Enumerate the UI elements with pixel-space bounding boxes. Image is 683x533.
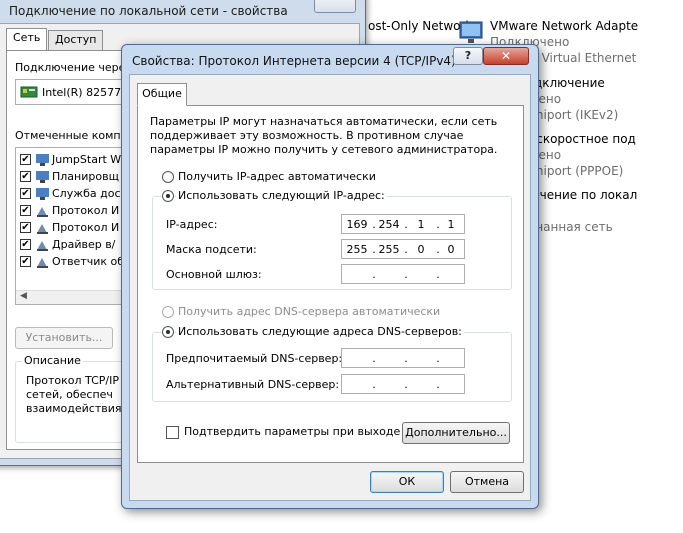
ip-dot: . [372, 378, 376, 391]
ip-dot: . [372, 243, 376, 256]
service-icon [36, 188, 49, 200]
dns-auto-label: Получить адрес DNS-сервера автоматически [178, 305, 441, 318]
ip-address-label: IP-адрес: [166, 218, 218, 231]
confirm-on-exit-checkbox[interactable] [166, 426, 179, 439]
close-button[interactable]: ✕ [483, 47, 529, 65]
ip-dot: . [436, 378, 440, 391]
tab-general[interactable]: Общие [137, 83, 187, 106]
description-label: Описание [22, 354, 83, 367]
gateway-input[interactable]: . . . [341, 264, 465, 284]
network-item-name: VMware Network Adapte [490, 19, 639, 33]
ip-auto-radio[interactable] [162, 171, 174, 183]
preferred-dns-label: Предпочитаемый DNS-сервер: [166, 352, 343, 365]
components-label: Отмеченные компо [15, 129, 128, 142]
component-label: Протокол И [52, 221, 120, 234]
dns-manual-radio[interactable] [162, 326, 174, 338]
adapter-name: Intel(R) 82577L [42, 86, 128, 99]
ip-dot: . [404, 352, 408, 365]
ip-dot: . [436, 352, 440, 365]
connect-via-label: Подключение через [15, 61, 132, 74]
general-tab-panel: Параметры IP могут назначаться автоматич… [137, 105, 524, 463]
component-label: Драйвер в/ [52, 238, 116, 251]
description-group: Описание Протокол TCP/IP сетей, обеспеч … [15, 354, 135, 443]
gateway-label: Основной шлюз: [166, 268, 262, 281]
ip-octet: 255 [346, 243, 368, 256]
ip-dot: . [404, 378, 408, 391]
help-button[interactable]: ? [453, 47, 483, 65]
ip-dot: . [436, 268, 440, 281]
component-checkbox[interactable]: ✔ [20, 205, 31, 216]
tcpip-properties-dialog: Свойства: Протокол Интернета версии 4 (T… [121, 44, 539, 509]
component-checkbox[interactable]: ✔ [20, 239, 31, 250]
component-label: JumpStart W [52, 153, 122, 166]
service-icon [36, 171, 49, 183]
component-label: Планировщ [52, 170, 119, 183]
component-label: Протокол И [52, 204, 120, 217]
ip-octet: 169 [346, 218, 368, 231]
scroll-left-icon[interactable]: ◀ [20, 291, 27, 301]
ip-dot: . [404, 218, 408, 231]
protocol-icon [37, 241, 48, 251]
protocol-icon [37, 224, 48, 234]
horizontal-scrollbar[interactable]: ◀ [16, 290, 124, 304]
ip-dot: . [372, 218, 376, 231]
subnet-mask-input[interactable]: 255 . 255 . 0 . 0 [341, 239, 465, 259]
component-checkbox[interactable]: ✔ [20, 154, 31, 165]
ip-auto-label: Получить IP-адрес автоматически [178, 170, 376, 183]
alternate-dns-label: Альтернативный DNS-сервер: [166, 378, 340, 391]
confirm-on-exit-label: Подтвердить параметры при выходе [184, 425, 401, 438]
ip-octet: 255 [378, 243, 400, 256]
ip-dot: . [372, 268, 376, 281]
ip-manual-label: Использовать следующий IP-адрес: [176, 189, 387, 202]
ip-octet: 254 [378, 218, 400, 231]
cancel-button[interactable]: Отмена [450, 471, 524, 493]
ip-address-input[interactable]: 169 . 254 . 1 . 1 [341, 214, 465, 234]
dialog-title: Свойства: Протокол Интернета версии 4 (T… [132, 54, 456, 68]
network-card-icon [20, 86, 38, 98]
dns-manual-label: Использовать следующие адреса DNS-сервер… [176, 325, 464, 338]
ip-dot: . [404, 243, 408, 256]
ip-manual-radio[interactable] [162, 190, 174, 202]
component-checkbox[interactable]: ✔ [20, 171, 31, 182]
parent-close-button[interactable] [314, 0, 356, 13]
subnet-mask-label: Маска подсети: [166, 243, 257, 256]
ok-button[interactable]: ОК [370, 471, 444, 493]
component-checkbox[interactable]: ✔ [20, 188, 31, 199]
alternate-dns-input[interactable]: . . . [341, 374, 465, 394]
install-button[interactable]: Установить... [15, 327, 113, 349]
preferred-dns-input[interactable]: . . . [341, 348, 465, 368]
component-label: Служба дос [52, 187, 121, 200]
protocol-icon [37, 207, 48, 217]
component-checkbox[interactable]: ✔ [20, 222, 31, 233]
component-checkbox[interactable]: ✔ [20, 256, 31, 267]
adapter-box: Intel(R) 82577L [15, 79, 128, 105]
component-label: Ответчик об [52, 255, 125, 268]
description-text: Протокол TCP/IP сетей, обеспеч взаимодей… [26, 374, 122, 415]
ip-dot: . [372, 352, 376, 365]
advanced-button[interactable]: Дополнительно... [402, 422, 510, 444]
tab-network[interactable]: Сеть [6, 28, 48, 51]
tab-sharing[interactable]: Доступ [48, 30, 104, 50]
dialog-client-area: Общие Параметры IP могут назначаться авт… [129, 74, 531, 501]
ip-octet: 1 [447, 218, 455, 231]
ip-dot: . [404, 268, 408, 281]
protocol-icon [37, 258, 48, 268]
ip-octet: 0 [447, 243, 455, 256]
client-icon [36, 154, 49, 166]
ip-octet: 1 [417, 218, 425, 231]
window-title: Подключение по локальной сети - свойства [9, 4, 288, 18]
dns-auto-radio[interactable] [162, 306, 174, 318]
info-text: Параметры IP могут назначаться автоматич… [150, 115, 498, 156]
components-list[interactable]: ✔ JumpStart W ✔ Планировщ ✔ Служба дос ✔ [15, 147, 125, 305]
ip-octet: 0 [417, 243, 425, 256]
